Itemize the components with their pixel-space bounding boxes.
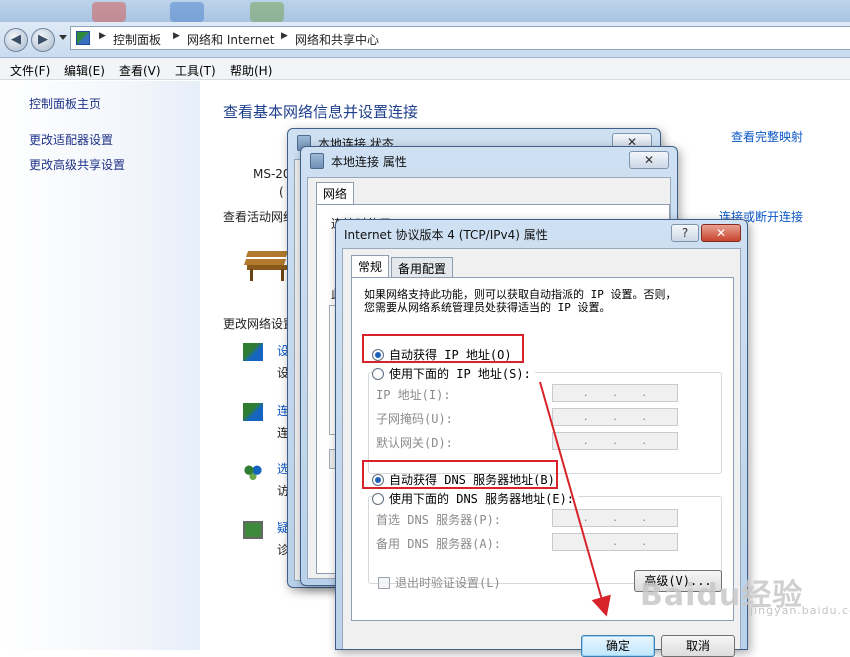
annotation-arrow	[539, 381, 611, 617]
watermark-url: jingyan.baidu.com	[750, 604, 850, 617]
baidu-watermark: Baidu经验 jingyan.baidu.com	[640, 570, 850, 617]
